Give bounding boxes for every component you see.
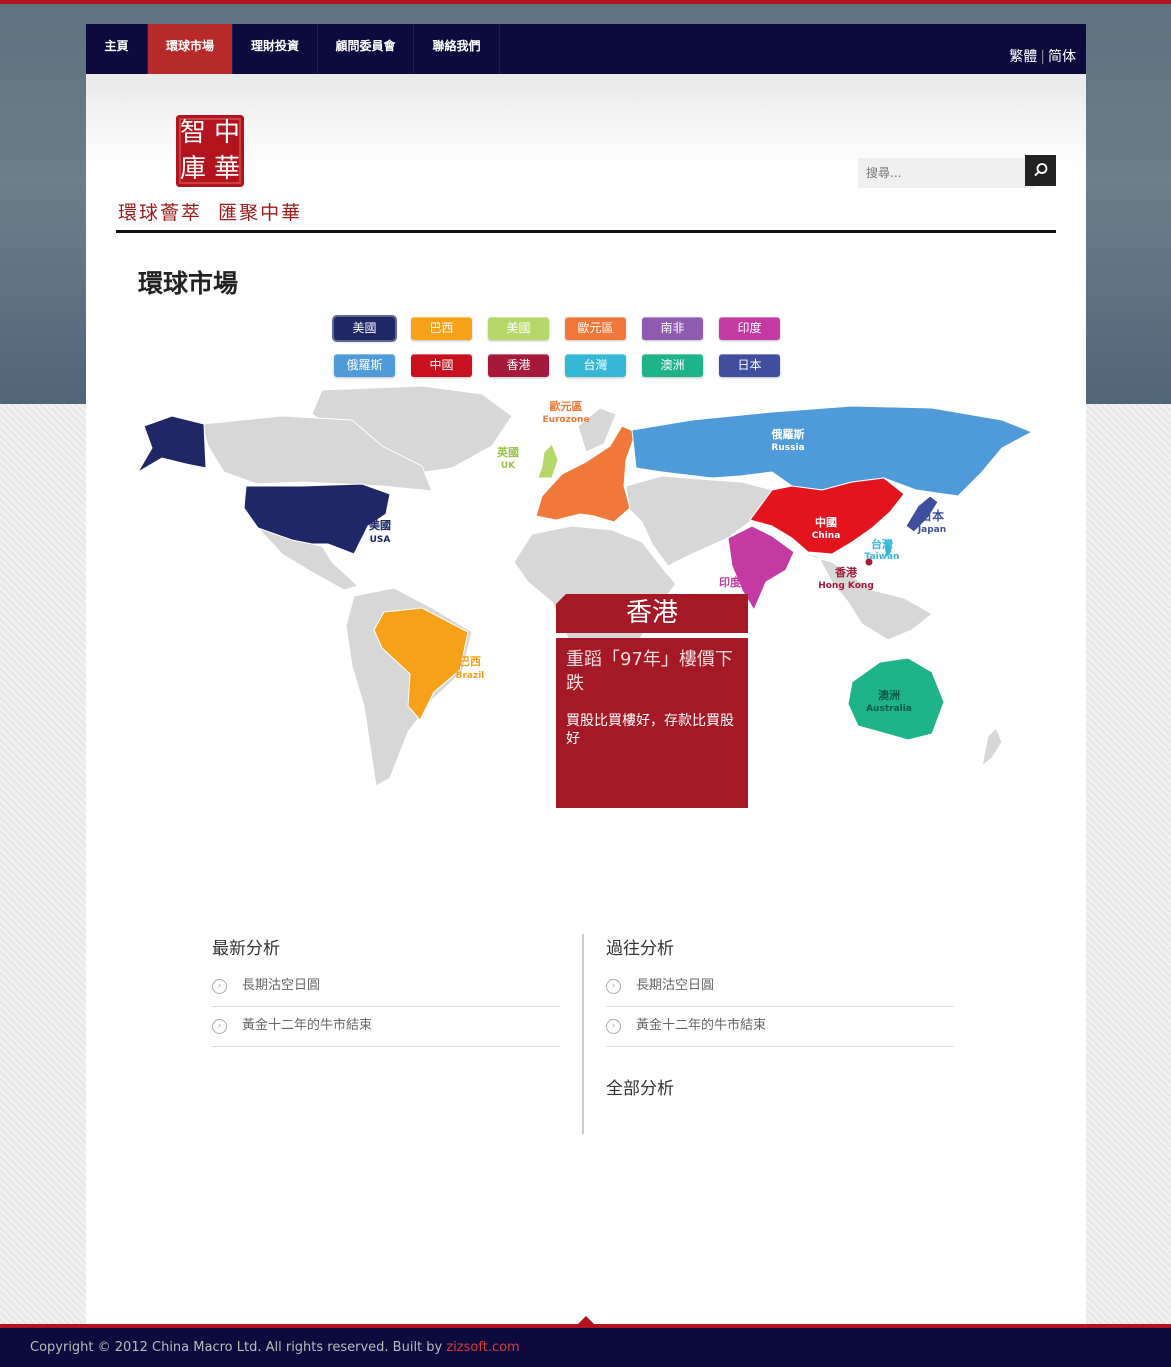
country-button-hong-kong[interactable]: 香港	[488, 354, 549, 377]
map-tooltip-text: 買股比買樓好，存款比買股好	[566, 713, 734, 747]
footer-arrow	[578, 1316, 594, 1324]
country-button-uk[interactable]: 美國	[488, 317, 549, 340]
map-label-brazil-zh: 巴西	[459, 655, 481, 668]
country-button-japan[interactable]: 日本	[719, 354, 780, 377]
map-region-new-zealand	[981, 727, 1003, 768]
map-label-australia-en: Australia	[866, 704, 912, 714]
country-button-south-africa[interactable]: 南非	[642, 317, 703, 340]
map-tooltip-title[interactable]: 重蹈「97年」樓價下跌	[566, 648, 738, 696]
list-item-label: 長期沽空日圓	[636, 978, 715, 993]
map-region-alaska[interactable]	[136, 415, 207, 474]
nav-item-global-markets[interactable]: 環球市場	[148, 24, 233, 74]
map-tooltip-header: 香港	[556, 594, 748, 633]
page-title: 環球市場	[138, 269, 239, 298]
map-label-taiwan-en: Taiwan	[865, 552, 900, 562]
map-label-euro-zh: 歐元區	[550, 399, 583, 413]
map-label-uk-en: UK	[501, 461, 516, 471]
map-label-japan-zh: 日本	[920, 508, 944, 523]
map-label-taiwan-zh: 台灣	[871, 537, 893, 551]
past-analysis-title: 過往分析	[606, 939, 674, 959]
seal-char: 中	[213, 118, 240, 148]
search-icon	[1034, 163, 1048, 177]
chevron-right-icon: ›	[212, 979, 227, 994]
map-label-uk-zh: 英國	[496, 445, 519, 459]
seal-char: 智	[179, 118, 206, 148]
lang-traditional-link[interactable]: 繁體	[1009, 49, 1037, 65]
nav-item-contact[interactable]: 聯絡我們	[414, 24, 500, 74]
map-label-india-zh: 印度	[719, 575, 742, 589]
lang-separator: |	[1040, 49, 1045, 65]
latest-analysis-item[interactable]: › 長期沽空日圓	[212, 966, 560, 1007]
map-label-russia-zh: 俄羅斯	[771, 427, 805, 441]
past-analysis-item[interactable]: › 長期沽空日圓	[606, 966, 954, 1007]
nav-item-home[interactable]: 主頁	[86, 24, 148, 74]
country-button-australia[interactable]: 澳洲	[642, 354, 703, 377]
map-label-japan-en: Japan	[917, 525, 946, 535]
column-divider	[582, 934, 584, 1134]
latest-analysis-title: 最新分析	[212, 939, 280, 959]
map-tooltip-body[interactable]: 重蹈「97年」樓價下跌 買股比買樓好，存款比買股好	[556, 638, 748, 808]
main-panel: 主頁 環球市場 理財投資 顧問委員會 聯絡我們 繁體 | 简体 智 中 庫 華 環球…	[86, 24, 1086, 1324]
site-tagline: 環球薈萃 匯聚中華	[118, 202, 303, 224]
country-button-india[interactable]: 印度	[719, 317, 780, 340]
map-label-hk-zh: 香港	[834, 565, 858, 579]
map-label-usa-zh: 美國	[369, 518, 391, 532]
search-button[interactable]	[1025, 155, 1056, 186]
list-item-label: 黃金十二年的牛市結束	[242, 1018, 373, 1033]
lang-simplified-link[interactable]: 简体	[1048, 49, 1076, 65]
search-input[interactable]	[858, 158, 1034, 188]
main-nav: 主頁 環球市場 理財投資 顧問委員會 聯絡我們 繁體 | 简体	[86, 24, 1086, 74]
header-divider	[116, 230, 1056, 233]
country-button-china[interactable]: 中國	[411, 354, 472, 377]
top-accent-line	[0, 0, 1171, 4]
country-button-usa[interactable]: 美國	[334, 317, 395, 340]
latest-analysis-item[interactable]: › 黃金十二年的牛市結束	[212, 1006, 560, 1047]
copyright-text: Copyright © 2012 China Macro Ltd. All ri…	[30, 1340, 520, 1355]
map-label-hk-en: Hong Kong	[818, 581, 874, 591]
map-label-euro-en: Eurozone	[542, 415, 589, 425]
map-label-russia-en: Russia	[771, 443, 804, 453]
country-button-taiwan[interactable]: 台灣	[565, 354, 626, 377]
past-analysis-item[interactable]: › 黃金十二年的牛市結束	[606, 1006, 954, 1047]
list-item-label: 長期沽空日圓	[242, 978, 321, 993]
site-header: 智 中 庫 華 環球薈萃 匯聚中華	[86, 74, 1086, 234]
country-button-brazil[interactable]: 巴西	[411, 317, 472, 340]
list-item-label: 黃金十二年的牛市結束	[636, 1018, 767, 1033]
map-label-china-en: China	[812, 531, 841, 541]
chevron-right-icon: ›	[606, 1019, 621, 1034]
builder-link[interactable]: zizsoft.com	[446, 1340, 519, 1355]
all-analysis-link[interactable]: 全部分析	[606, 1074, 674, 1099]
map-label-australia-zh: 澳洲	[878, 688, 900, 702]
seal-char: 庫	[179, 154, 206, 184]
chevron-right-icon: ›	[212, 1019, 227, 1034]
country-button-russia[interactable]: 俄羅斯	[334, 354, 395, 377]
copyright-label: Copyright © 2012 China Macro Ltd. All ri…	[30, 1340, 447, 1355]
chevron-right-icon: ›	[606, 979, 621, 994]
language-switcher: 繁體 | 简体	[1009, 46, 1076, 66]
seal-char: 華	[213, 154, 240, 184]
map-region-uk[interactable]	[537, 443, 559, 479]
map-label-usa-en: USA	[370, 535, 391, 545]
nav-item-investment[interactable]: 理財投資	[233, 24, 318, 74]
map-label-brazil-en: Brazil	[456, 671, 485, 681]
logo-seal[interactable]: 智 中 庫 華	[176, 115, 244, 187]
map-label-china-zh: 中國	[815, 515, 837, 529]
map-region-southeast-asia	[793, 551, 933, 641]
nav-item-advisory-board[interactable]: 顧問委員會	[318, 24, 414, 74]
site-footer: Copyright © 2012 China Macro Ltd. All ri…	[0, 1324, 1171, 1367]
country-button-eurozone[interactable]: 歐元區	[565, 317, 626, 340]
